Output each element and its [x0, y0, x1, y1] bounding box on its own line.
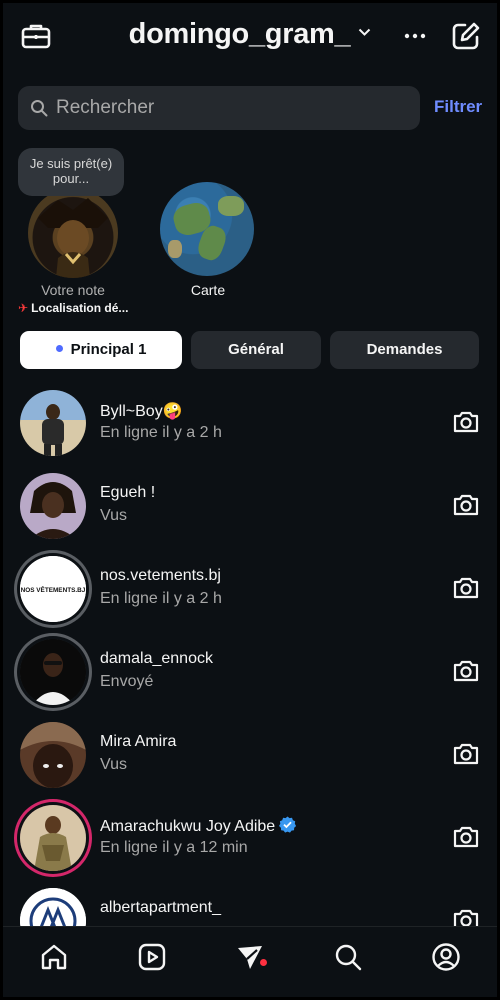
avatar[interactable]	[20, 639, 86, 705]
home-icon[interactable]	[39, 942, 69, 972]
conversation-row[interactable]: Amarachukwu Joy Adibe En ligne il y a 12…	[0, 796, 500, 879]
camera-icon[interactable]	[452, 409, 480, 435]
conversation-name: damala_ennock	[100, 650, 213, 667]
conversation-row[interactable]: NOS VÊTEMENTS.BJ nos.vetements.bj En lig…	[0, 547, 500, 630]
emoji-zany-face: 🤪	[162, 403, 183, 420]
tab-requests[interactable]: Demandes	[330, 331, 479, 369]
conversation-name: Amarachukwu Joy Adibe	[100, 816, 297, 836]
map-note[interactable]: Carte	[160, 182, 256, 298]
conversation-status: En ligne il y a 2 h	[100, 590, 222, 607]
my-note-label: Votre note	[41, 282, 105, 298]
conversation-row[interactable]: Byll~Boy🤪 En ligne il y a 2 h	[0, 381, 500, 464]
avatar[interactable]	[20, 805, 86, 871]
avatar-logo-text: NOS VÊTEMENTS.BJ	[21, 585, 86, 594]
search-input[interactable]	[56, 86, 406, 130]
conversation-name: Egueh !	[100, 484, 156, 501]
conversation-name: Byll~Boy🤪	[100, 403, 183, 420]
conversation-row[interactable]: Egueh ! Vus	[0, 464, 500, 547]
my-avatar[interactable]	[28, 188, 118, 278]
search-icon	[31, 100, 48, 117]
airplane-icon: ✈	[18, 301, 29, 315]
header: domingo_gram_	[0, 0, 500, 78]
bottom-nav	[0, 926, 500, 1000]
reels-icon[interactable]	[137, 942, 167, 972]
tab-general-label: Général	[228, 341, 284, 358]
verified-badge-icon	[279, 816, 297, 833]
avatar[interactable]: NOS VÊTEMENTS.BJ	[20, 556, 86, 622]
camera-icon[interactable]	[452, 575, 480, 601]
compose-icon[interactable]	[450, 20, 482, 52]
globe-icon[interactable]	[160, 182, 254, 276]
notification-dot	[260, 959, 267, 966]
avatar[interactable]	[20, 390, 86, 456]
note-bubble[interactable]: Je suis prêt(e) pour...	[18, 148, 124, 196]
messages-icon[interactable]	[235, 942, 265, 972]
camera-icon[interactable]	[452, 658, 480, 684]
conversation-status: Vus	[100, 507, 127, 524]
tab-general[interactable]: Général	[191, 331, 321, 369]
conversation-row[interactable]: damala_ennock Envoyé	[0, 630, 500, 713]
camera-icon[interactable]	[452, 492, 480, 518]
conversation-name: nos.vetements.bj	[100, 567, 221, 584]
profile-icon[interactable]	[431, 942, 461, 972]
search-bar[interactable]	[18, 86, 420, 130]
conversation-status: En ligne il y a 2 h	[100, 424, 222, 441]
filter-button[interactable]: Filtrer	[434, 97, 482, 117]
map-label: Carte	[190, 282, 226, 298]
avatar[interactable]	[20, 722, 86, 788]
tab-principal-label: Principal 1	[70, 341, 147, 358]
more-horizontal-icon[interactable]	[400, 20, 430, 52]
conversation-status: Vus	[100, 756, 127, 773]
conversation-name: albertapartment_	[100, 899, 221, 916]
account-username[interactable]: domingo_gram_	[129, 18, 351, 50]
avatar[interactable]	[20, 473, 86, 539]
conversation-status: En ligne il y a 12 min	[100, 839, 248, 856]
location-text: Localisation dé...	[31, 301, 129, 315]
conversation-status: Envoyé	[100, 673, 154, 690]
chevron-down-icon[interactable]	[358, 24, 371, 42]
unread-dot	[55, 345, 63, 352]
tab-principal[interactable]: Principal 1	[20, 331, 182, 369]
conversation-name: Mira Amira	[100, 733, 177, 750]
conversation-row[interactable]: Mira Amira Vus	[0, 713, 500, 796]
camera-icon[interactable]	[452, 741, 480, 767]
tab-requests-label: Demandes	[366, 341, 443, 358]
search-icon[interactable]	[333, 942, 363, 972]
location-status: ✈ Localisation dé...	[18, 301, 148, 315]
camera-icon[interactable]	[452, 824, 480, 850]
